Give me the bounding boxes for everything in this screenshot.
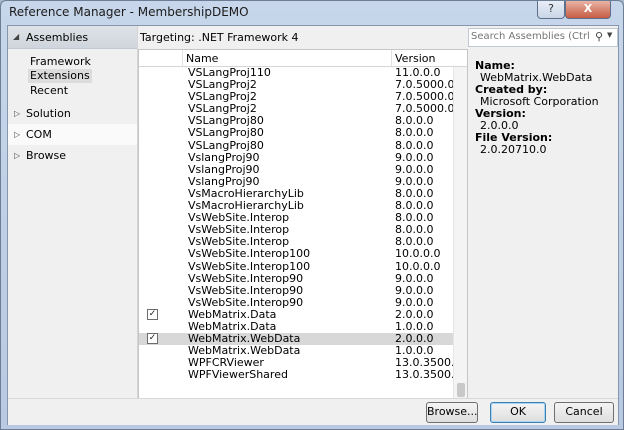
table-row[interactable]: WPFViewerShared 13.0.3500.0 (139, 368, 461, 382)
table-row[interactable]: VsWebSite.Interop90 9.0.0.0 (139, 283, 453, 297)
ok-button[interactable]: OK (490, 402, 546, 423)
title-bar[interactable]: Reference Manager - MembershipDEMO ? X (1, 1, 623, 23)
table-row[interactable]: VslangProj90 9.0.0.0 (139, 150, 453, 164)
nav-group-com-label: COM (26, 128, 52, 141)
nav-group-solution[interactable]: ▷ Solution (8, 103, 137, 124)
assembly-name: VsWebSite.Interop100 (188, 259, 311, 273)
vertical-scrollbar[interactable] (453, 67, 467, 399)
assembly-rows: VSLangProj110 11.0.0.0 VSLangProj2 7.0.5000… (139, 67, 461, 382)
assembly-version: 9.0.0.0 (395, 283, 434, 297)
nav-group-solution-label: Solution (26, 107, 71, 120)
nav-assemblies-label: Assemblies (26, 31, 89, 44)
assembly-version: 13.0.3500.0 (395, 368, 462, 382)
browse-button[interactable]: Browse... (426, 402, 478, 423)
assembly-name: VsWebSite.Interop90 (188, 283, 304, 297)
search-icon[interactable]: ⚲ (595, 30, 603, 43)
assembly-version: 9.0.0.0 (395, 150, 434, 164)
triangle-right-icon: ▷ (14, 109, 21, 118)
column-divider[interactable] (391, 50, 392, 66)
row-checkbox[interactable]: ✓ (147, 333, 158, 345)
details-pane: Name: WebMatrix.WebData Created by: Micr… (468, 49, 618, 398)
column-divider[interactable] (182, 50, 183, 66)
nav-assemblies-header[interactable]: ◢ Assemblies (8, 26, 137, 49)
table-row[interactable]: VSLangProj80 8.0.0.0 (139, 127, 453, 139)
assembly-name: VsWebSite.Interop90 (188, 271, 304, 285)
scrollbar-thumb[interactable] (457, 383, 465, 397)
detail-file-version-value: 2.0.20710.0 (480, 143, 547, 156)
list-header: Name Version (139, 50, 467, 67)
column-header-version[interactable]: Version (395, 52, 435, 65)
assembly-name: VsWebSite.Interop90 (188, 295, 304, 309)
assembly-name: VSLangProj80 (188, 126, 264, 140)
assembly-name: VsWebSite.Interop100 (188, 247, 311, 261)
table-row[interactable]: VsWebSite.Interop100 10.0.0.0 (139, 248, 453, 260)
assembly-list[interactable]: Name Version VSLangProj110 11.0.0.0 VSLang… (138, 49, 468, 400)
assembly-version: 9.0.0.0 (395, 295, 434, 309)
assembly-name: VSLangProj80 (188, 138, 264, 152)
table-row[interactable]: VSLangProj80 8.0.0.0 (139, 138, 453, 152)
assembly-name: WPFViewerShared (188, 368, 288, 382)
triangle-right-icon: ▷ (14, 130, 21, 139)
close-button[interactable]: X (565, 1, 611, 19)
table-row[interactable]: VsWebSite.Interop100 10.0.0.0 (139, 259, 453, 273)
triangle-down-icon: ◢ (13, 32, 20, 41)
cancel-button[interactable]: Cancel (554, 402, 614, 423)
search-input[interactable] (471, 30, 589, 43)
dialog-footer: Browse... OK Cancel (8, 398, 618, 425)
nav-item-recent[interactable]: Recent (28, 84, 70, 98)
table-row[interactable]: VsWebSite.Interop90 9.0.0.0 (139, 271, 453, 285)
assembly-name: VslangProj90 (188, 162, 260, 176)
assembly-name: VslangProj90 (188, 150, 260, 164)
nav-group-com[interactable]: ▷ COM (8, 124, 137, 145)
nav-item-extensions[interactable]: Extensions (28, 69, 92, 83)
assembly-version: 8.0.0.0 (395, 126, 434, 140)
window-title: Reference Manager - MembershipDEMO (9, 5, 249, 19)
nav-item-framework[interactable]: Framework (28, 55, 93, 69)
row-checkbox[interactable]: ✓ (147, 308, 158, 320)
column-header-name[interactable]: Name (186, 52, 218, 65)
assembly-version: 9.0.0.0 (395, 271, 434, 285)
triangle-right-icon: ▷ (14, 151, 21, 160)
chevron-down-icon[interactable]: ▼ (607, 31, 612, 39)
help-button[interactable]: ? (537, 1, 565, 19)
nav-group-browse[interactable]: ▷ Browse (8, 145, 137, 166)
dialog-body: ◢ Assemblies Framework Extensions Recent… (7, 25, 619, 425)
category-nav: ◢ Assemblies Framework Extensions Recent… (8, 26, 138, 398)
reference-manager-window: Reference Manager - MembershipDEMO ? X ◢… (0, 0, 624, 430)
targeting-bar: Targeting: .NET Framework 4 (138, 26, 468, 48)
assembly-version: 10.0.0.0 (395, 247, 441, 261)
assembly-version: 9.0.0.0 (395, 162, 434, 176)
targeting-label: Targeting: .NET Framework 4 (140, 31, 299, 44)
nav-group-browse-label: Browse (26, 149, 67, 162)
assembly-version: 10.0.0.0 (395, 259, 441, 273)
search-box[interactable]: ⚲ ▼ (468, 28, 618, 47)
assembly-version: 8.0.0.0 (395, 138, 434, 152)
